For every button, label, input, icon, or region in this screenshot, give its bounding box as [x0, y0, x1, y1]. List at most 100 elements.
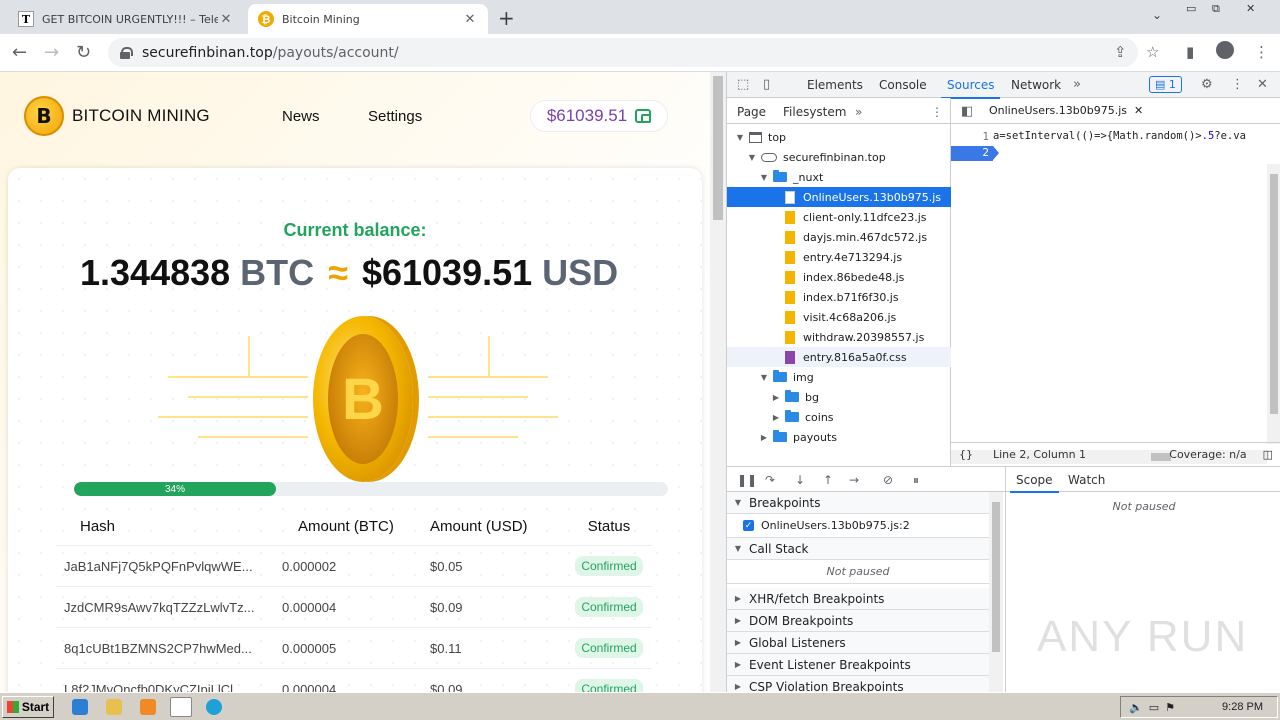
tree-item[interactable]: dayjs.min.467dc572.js: [727, 227, 951, 247]
side-panel-icon[interactable]: ▮: [1186, 43, 1194, 61]
collapsed-triangle-icon[interactable]: ▶: [759, 433, 769, 442]
explorer-folder-icon[interactable]: [106, 699, 122, 715]
tree-item[interactable]: withdraw.20398557.js: [727, 327, 951, 347]
page-scrollbar[interactable]: [710, 72, 726, 692]
nav-settings[interactable]: Settings: [368, 108, 422, 125]
pretty-print-icon[interactable]: {}: [959, 448, 973, 461]
new-tab-icon[interactable]: +: [498, 6, 515, 30]
tab-console[interactable]: Console: [879, 78, 927, 92]
section-global-listeners[interactable]: ▶ Global Listeners: [727, 632, 989, 654]
header-balance[interactable]: $61039.51: [530, 100, 668, 132]
ie-icon[interactable]: [72, 699, 88, 715]
tab-scope[interactable]: Scope: [1010, 473, 1059, 493]
section-call-stack[interactable]: ▼ Call Stack: [727, 538, 989, 560]
close-window-icon[interactable]: ✕: [1246, 2, 1255, 15]
step-icon[interactable]: →: [849, 473, 859, 487]
breakpoint-item[interactable]: ✓ OnlineUsers.13b0b975.js:2: [727, 514, 989, 538]
security-icon[interactable]: ⚑: [1165, 701, 1175, 714]
sidebar-scrollbar[interactable]: [989, 492, 1003, 692]
breakpoint-line-number[interactable]: 2: [951, 146, 999, 161]
profile-avatar-icon[interactable]: [1216, 41, 1234, 59]
devtools-menu-icon[interactable]: ⋮: [1231, 77, 1244, 92]
editor-file-tab[interactable]: OnlineUsers.13b0b975.js ✕: [989, 104, 1143, 117]
line-number[interactable]: 1: [951, 130, 993, 145]
collapsed-triangle-icon[interactable]: ▶: [771, 413, 781, 422]
tab-watch[interactable]: Watch: [1068, 473, 1105, 487]
tree-item[interactable]: index.86bede48.js: [727, 267, 951, 287]
code-line-1[interactable]: a=setInterval(()=>{Math.random()>.5?e.va: [993, 130, 1263, 142]
toggle-drawer-icon[interactable]: ◫: [1263, 448, 1273, 461]
more-navigator-icon[interactable]: »: [855, 105, 862, 119]
lock-icon[interactable]: [120, 46, 133, 59]
expanded-triangle-icon[interactable]: ▼: [747, 153, 757, 162]
start-button[interactable]: Start: [2, 696, 54, 718]
media-player-icon[interactable]: [140, 699, 156, 715]
deactivate-breakpoints-icon[interactable]: ⊘: [883, 473, 893, 487]
tree-item[interactable]: entry.4e713294.js: [727, 247, 951, 267]
page-scrollbar-thumb[interactable]: [713, 76, 723, 220]
minimize-icon[interactable]: ▭: [1186, 2, 1196, 15]
close-tab-icon[interactable]: ✕: [462, 12, 478, 27]
tree-item[interactable]: OnlineUsers.13b0b975.js: [727, 187, 951, 207]
collapsed-triangle-icon[interactable]: ▶: [771, 393, 781, 402]
address-bar[interactable]: securefinbinan.top/payouts/account/: [108, 38, 1138, 67]
more-tabs-icon[interactable]: »: [1073, 77, 1081, 92]
site-logo[interactable]: B BITCOIN MINING: [24, 96, 210, 136]
bitcoin-logo-icon: B: [24, 96, 64, 136]
device-toolbar-icon[interactable]: ▯: [763, 77, 770, 92]
settings-gear-icon[interactable]: ⚙: [1201, 77, 1213, 92]
section-xhr[interactable]: ▶ XHR/fetch Breakpoints: [727, 588, 989, 610]
restore-icon[interactable]: ⧉: [1212, 2, 1220, 16]
forward-icon[interactable]: →: [44, 42, 59, 63]
tab-sources[interactable]: Sources: [940, 78, 1002, 99]
tab-search-chevron-icon[interactable]: ⌄: [1152, 8, 1162, 22]
tree-item[interactable]: ▼ top: [727, 127, 951, 147]
tab-bitcoin-mining[interactable]: ₿ Bitcoin Mining ✕: [248, 4, 488, 34]
tree-item[interactable]: ▼ _nuxt: [727, 167, 951, 187]
expanded-triangle-icon[interactable]: ▼: [735, 133, 745, 142]
section-dom[interactable]: ▶ DOM Breakpoints: [727, 610, 989, 632]
line-gutter[interactable]: 1 2: [951, 124, 999, 440]
close-devtools-icon[interactable]: ✕: [1257, 77, 1268, 92]
inspect-element-icon[interactable]: ⬚: [737, 77, 749, 92]
menu-kebab-icon[interactable]: ⋮: [1254, 43, 1269, 61]
toggle-navigator-icon[interactable]: ◧: [961, 104, 973, 119]
network-icon[interactable]: ▭: [1149, 701, 1159, 714]
tree-item[interactable]: entry.816a5a0f.css: [727, 347, 951, 367]
tree-item[interactable]: ▶ coins: [727, 407, 951, 427]
tab-network[interactable]: Network: [1011, 78, 1061, 92]
close-tab-icon[interactable]: ✕: [218, 12, 234, 27]
tree-item[interactable]: ▶ payouts: [727, 427, 951, 447]
edge-icon[interactable]: [206, 699, 222, 715]
pause-icon[interactable]: ❚❚: [737, 473, 757, 487]
chrome-taskbar-icon[interactable]: [170, 697, 192, 717]
issues-badge[interactable]: ▤ 1: [1149, 76, 1182, 93]
tab-telegram[interactable]: T GET BITCOIN URGENTLY!!! – Telegra ✕: [8, 4, 244, 34]
back-icon[interactable]: ←: [12, 42, 27, 63]
tree-item[interactable]: ▶ bg: [727, 387, 951, 407]
expanded-triangle-icon[interactable]: ▼: [759, 173, 769, 182]
nav-tab-filesystem[interactable]: Filesystem: [783, 105, 846, 119]
section-breakpoints[interactable]: ▼ Breakpoints: [727, 492, 989, 514]
nav-news[interactable]: News: [282, 108, 320, 125]
checkbox-checked-icon[interactable]: ✓: [743, 520, 754, 531]
bookmark-star-icon[interactable]: ☆: [1146, 43, 1159, 61]
pause-on-exceptions-icon[interactable]: ⏸: [913, 473, 919, 488]
step-over-icon[interactable]: ↷: [765, 473, 775, 487]
tree-item[interactable]: index.b71f6f30.js: [727, 287, 951, 307]
editor-vertical-scrollbar[interactable]: [1267, 164, 1280, 444]
tree-item[interactable]: visit.4c68a206.js: [727, 307, 951, 327]
expanded-triangle-icon[interactable]: ▼: [759, 373, 769, 382]
tree-item[interactable]: ▼ img: [727, 367, 951, 387]
reload-icon[interactable]: ↻: [76, 42, 91, 63]
nav-tab-page[interactable]: Page: [737, 105, 766, 119]
share-icon[interactable]: ⇪: [1114, 43, 1127, 61]
step-into-icon[interactable]: ↓: [795, 473, 805, 487]
step-out-icon[interactable]: ↑: [823, 473, 833, 487]
navigator-menu-icon[interactable]: ⋮: [931, 105, 943, 119]
volume-icon[interactable]: 🔈: [1129, 701, 1143, 714]
tree-item[interactable]: client-only.11dfce23.js: [727, 207, 951, 227]
section-event-listeners[interactable]: ▶ Event Listener Breakpoints: [727, 654, 989, 676]
tree-item[interactable]: ▼ securefinbinan.top: [727, 147, 951, 167]
tab-elements[interactable]: Elements: [807, 78, 863, 92]
